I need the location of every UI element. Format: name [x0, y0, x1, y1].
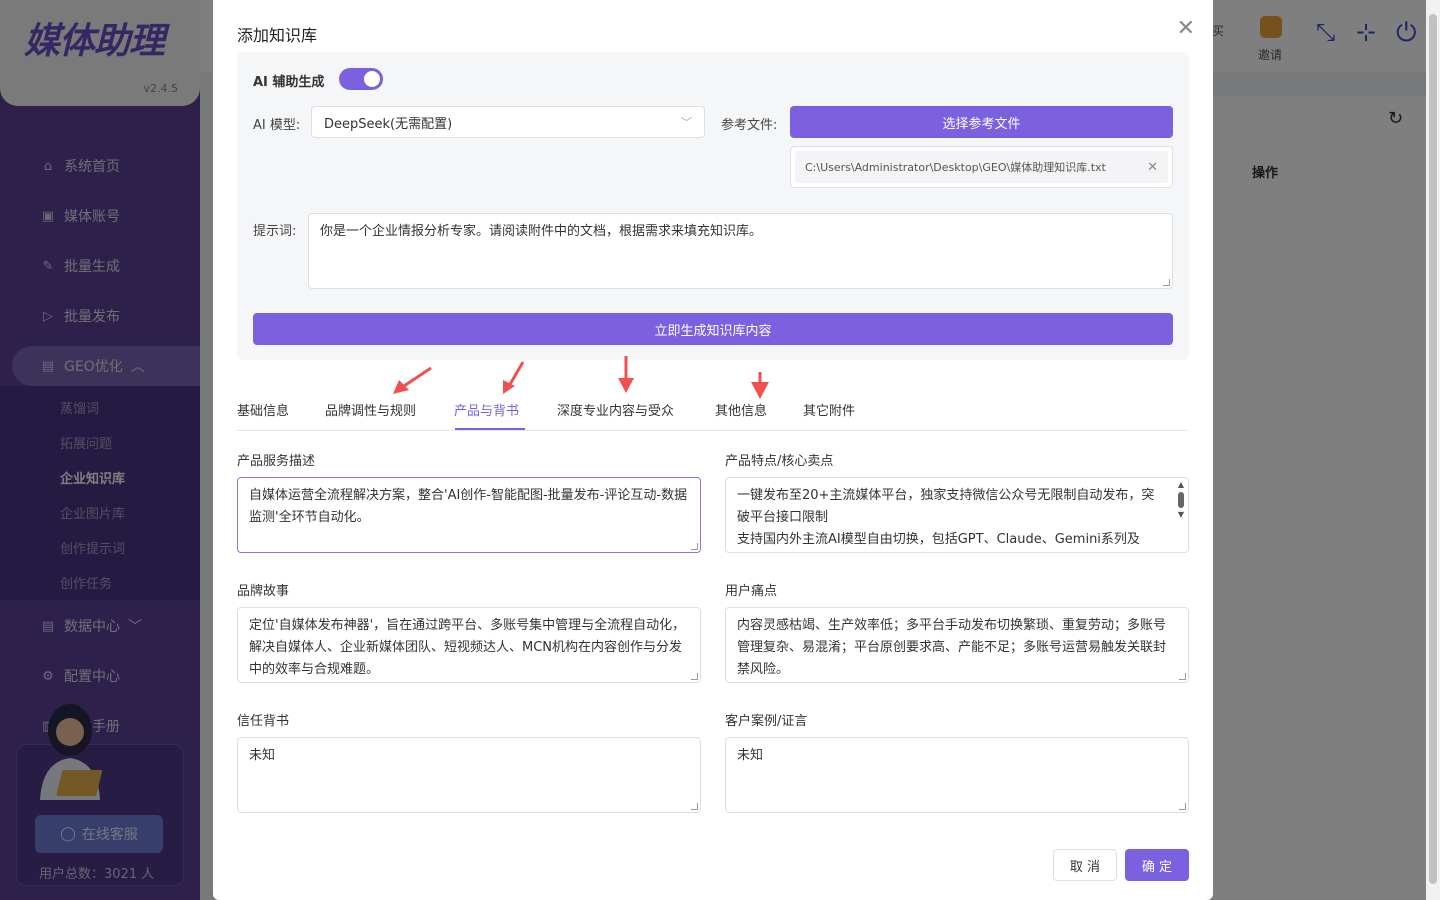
annotation-arrow-icon — [751, 372, 769, 399]
brand-story-textarea[interactable]: 定位'自媒体发布神器'，旨在通过跨平台、多账号集中管理与全流程自动化，解决自媒体… — [237, 607, 701, 683]
cases-textarea[interactable]: 未知 — [725, 737, 1189, 813]
tab-divider — [237, 430, 1189, 431]
file-list: C:\Users\Administrator\Desktop\GEO\媒体助理知… — [790, 146, 1173, 188]
product-desc-label: 产品服务描述 — [237, 454, 316, 469]
product-desc-textarea[interactable]: 自媒体运营全流程解决方案，整合'AI创作-智能配图-批量发布-评论互动-数据监测… — [237, 477, 701, 553]
ai-assist-label: AI 辅助生成 — [253, 75, 325, 90]
confirm-button[interactable]: 确 定 — [1125, 849, 1189, 881]
prompt-textarea[interactable]: 你是一个企业情报分析专家。请阅读附件中的文档，根据需求来填充知识库。 — [308, 213, 1173, 289]
cancel-button[interactable]: 取 消 — [1053, 849, 1117, 881]
tab-attachments[interactable]: 其它附件 — [803, 400, 855, 419]
ai-assist-panel: AI 辅助生成 AI 模型: DeepSeek(无需配置) ﹀ 参考文件: 选择参… — [237, 52, 1189, 360]
annotation-arrow-icon — [618, 356, 634, 393]
tab-brand-tone[interactable]: 品牌调性与规则 — [325, 400, 416, 419]
cases-label: 客户案例/证言 — [725, 714, 808, 729]
model-label: AI 模型: — [253, 118, 301, 133]
close-icon[interactable]: ✕ — [1177, 16, 1195, 41]
ai-assist-toggle[interactable] — [339, 68, 383, 90]
model-select[interactable]: DeepSeek(无需配置) ﹀ — [311, 106, 705, 138]
dialog-title: 添加知识库 — [237, 26, 318, 45]
pain-points-label: 用户痛点 — [725, 584, 778, 599]
tab-basic-info[interactable]: 基础信息 — [237, 400, 289, 419]
tab-active-indicator — [455, 428, 525, 430]
brand-story-label: 品牌故事 — [237, 584, 290, 599]
prompt-label: 提示词: — [253, 224, 297, 239]
endorsement-textarea[interactable]: 未知 — [237, 737, 701, 813]
generate-button[interactable]: 立即生成知识库内容 — [253, 313, 1173, 345]
scrollbar-thumb[interactable] — [1429, 14, 1437, 884]
ref-file-label: 参考文件: — [721, 118, 778, 133]
annotation-arrow-icon — [503, 361, 525, 394]
tab-other-info[interactable]: 其他信息 — [715, 400, 767, 419]
remove-file-icon[interactable]: ✕ — [1147, 160, 1158, 175]
add-knowledge-dialog: 添加知识库 ✕ AI 辅助生成 AI 模型: DeepSeek(无需配置) ﹀ 参… — [213, 0, 1213, 900]
chevron-down-icon: ﹀ — [681, 116, 692, 129]
toggle-knob — [364, 71, 380, 87]
textarea-scrollbar[interactable]: ▲ ▼ — [1176, 480, 1186, 552]
features-label: 产品特点/核心卖点 — [725, 454, 834, 469]
features-textarea[interactable]: 一键发布至20+主流媒体平台，独家支持微信公众号无限制自动发布，突破平台接口限制… — [725, 477, 1189, 553]
file-chip: C:\Users\Administrator\Desktop\GEO\媒体助理知… — [795, 151, 1168, 183]
page-scrollbar[interactable] — [1426, 0, 1440, 900]
endorsement-label: 信任背书 — [237, 714, 290, 729]
choose-file-button[interactable]: 选择参考文件 — [790, 106, 1173, 138]
annotation-arrow-icon — [393, 366, 432, 394]
tab-product-endorsement[interactable]: 产品与背书 — [454, 400, 519, 419]
pain-points-textarea[interactable]: 内容灵感枯竭、生产效率低；多平台手动发布切换繁琐、重复劳动；多账号管理复杂、易混… — [725, 607, 1189, 683]
tab-deep-content[interactable]: 深度专业内容与受众 — [557, 400, 674, 419]
